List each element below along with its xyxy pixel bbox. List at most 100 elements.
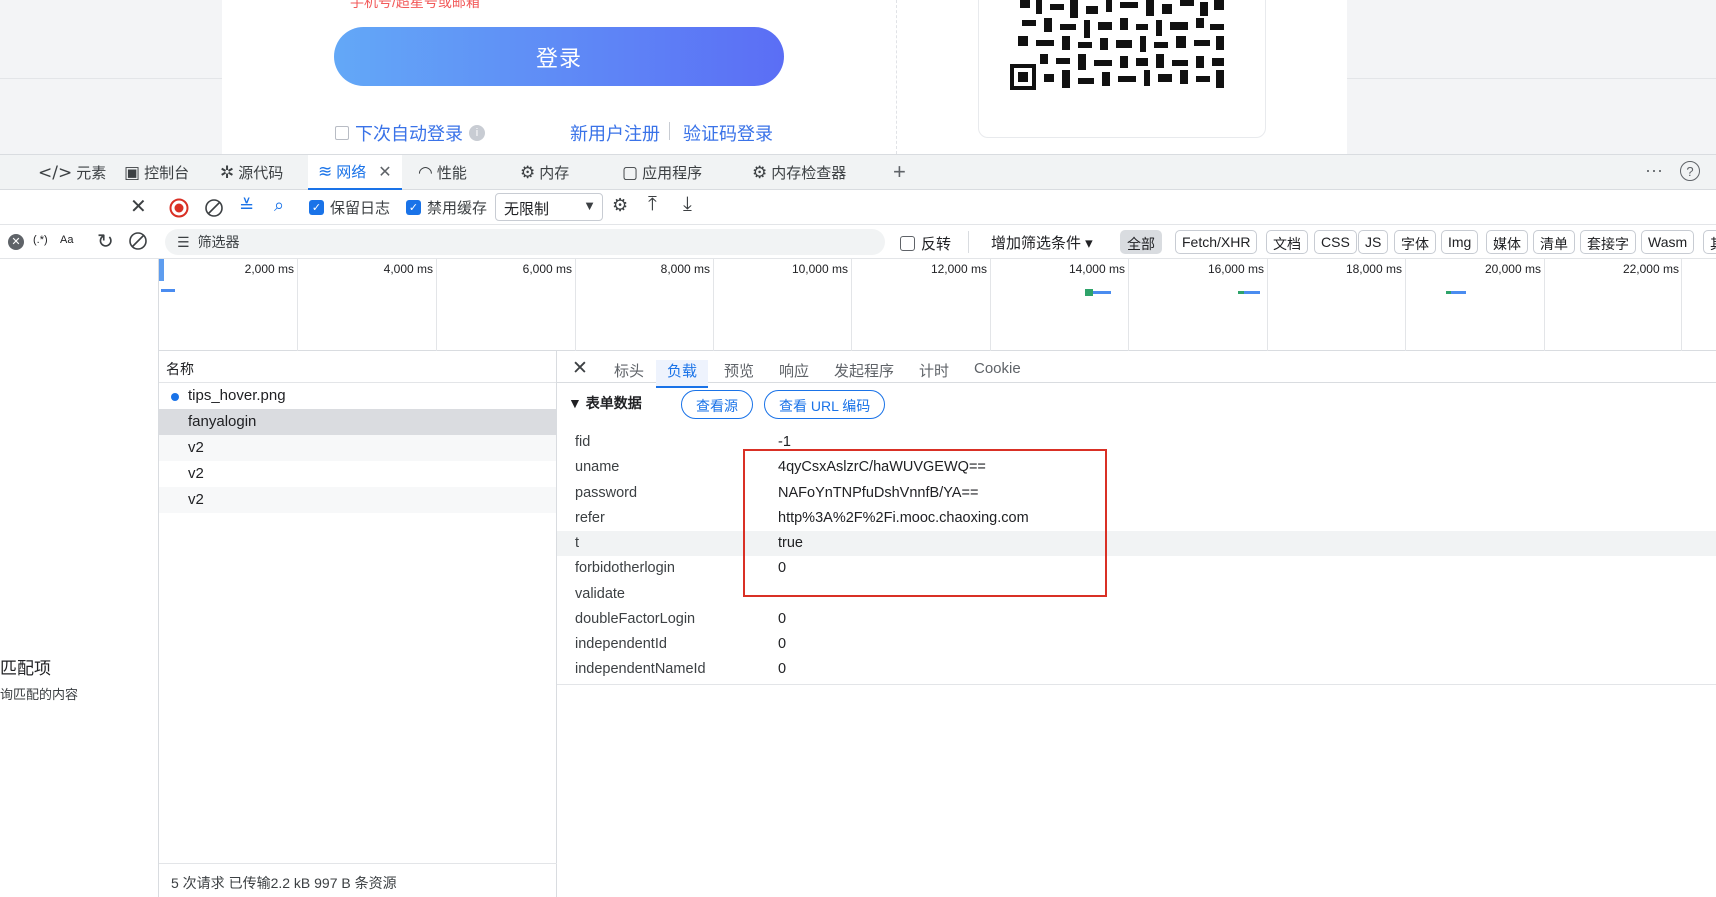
tab-memory-inspector[interactable]: ⚙ 内存检查器: [752, 155, 846, 190]
tick-label: 18,000 ms: [1345, 262, 1402, 276]
request-name: v2: [188, 439, 204, 456]
more-filters-dropdown[interactable]: 增加筛选条件 ▾: [991, 232, 1093, 253]
bug-icon: ✲: [220, 162, 235, 183]
tick-line: [1681, 259, 1682, 351]
code-login-link[interactable]: 验证码登录: [683, 120, 773, 146]
chip-other[interactable]: 其: [1703, 230, 1716, 254]
tab-response[interactable]: 响应: [779, 360, 809, 381]
form-field-row: password NAFoYnTNPfuDshVnnfB/YA==: [557, 481, 1716, 506]
chip-manifest[interactable]: 清单: [1533, 230, 1575, 254]
chip-js[interactable]: JS: [1358, 230, 1389, 254]
request-name: tips_hover.png: [188, 387, 286, 404]
tab-headers[interactable]: 标头: [614, 360, 644, 381]
throttling-select[interactable]: 无限制 ▼: [495, 193, 603, 221]
request-row[interactable]: v2: [159, 461, 556, 487]
console-icon: ▣: [124, 162, 141, 183]
preserve-log-checkbox[interactable]: ✓ 保留日志: [309, 197, 390, 218]
register-link[interactable]: 新用户注册: [570, 120, 660, 146]
tab-label: 控制台: [144, 165, 190, 182]
tab-network[interactable]: ≋ 网络 ✕: [308, 155, 402, 190]
filter-icon[interactable]: ≚: [239, 196, 254, 217]
tab-elements[interactable]: </> 元素: [38, 155, 106, 190]
request-row[interactable]: v2: [159, 435, 556, 461]
form-data-section-header[interactable]: ▼ 表单数据: [568, 393, 642, 413]
record-icon[interactable]: [169, 198, 189, 218]
refresh-icon[interactable]: ↻: [97, 229, 114, 254]
wifi-icon: ≋: [318, 161, 333, 182]
export-icon[interactable]: ⤓: [683, 193, 692, 216]
divider: [968, 231, 969, 253]
request-row-selected[interactable]: fanyalogin: [159, 409, 556, 435]
checkbox-checked-icon[interactable]: ✓: [309, 200, 324, 215]
chip-font[interactable]: 字体: [1394, 230, 1436, 254]
field-key: uname: [575, 459, 620, 475]
tab-cookie[interactable]: Cookie: [974, 360, 1021, 377]
more-icon[interactable]: ···: [1645, 160, 1663, 181]
tab-preview[interactable]: 预览: [724, 360, 754, 381]
add-tab-icon[interactable]: +: [893, 159, 906, 185]
form-field-row: uname 4qyCsxAslzrC/haWUVGEWQ==: [557, 455, 1716, 480]
view-source-button[interactable]: 查看源: [681, 390, 753, 419]
request-name: fanyalogin: [188, 413, 257, 430]
tab-label: 源代码: [238, 165, 284, 182]
tab-memory[interactable]: ⚙ 内存: [520, 155, 569, 190]
chip-css[interactable]: CSS: [1314, 230, 1357, 254]
help-icon[interactable]: ?: [1680, 161, 1700, 181]
chip-fetch-xhr[interactable]: Fetch/XHR: [1175, 230, 1258, 254]
field-key: refer: [575, 510, 605, 526]
form-field-row: validate: [557, 582, 1716, 607]
auto-login-label: 下次自动登录: [355, 124, 463, 144]
form-field-row: independentId 0: [557, 632, 1716, 657]
dashed-divider: [896, 0, 897, 154]
request-row[interactable]: tips_hover.png: [159, 383, 556, 409]
import-icon[interactable]: ⤒: [648, 193, 657, 216]
tab-performance[interactable]: ◠ 性能: [418, 155, 467, 190]
field-key: t: [575, 535, 580, 551]
chip-icon: ⚙: [520, 162, 536, 183]
tab-console[interactable]: ▣ 控制台: [124, 155, 189, 190]
search-icon[interactable]: ⌕: [274, 195, 284, 216]
chip-doc[interactable]: 文档: [1266, 230, 1308, 254]
checkbox-icon[interactable]: [335, 126, 349, 140]
tab-application[interactable]: ▢ 应用程序: [622, 155, 702, 190]
tick-label: 2,000 ms: [244, 262, 294, 276]
clear-icon[interactable]: [204, 198, 224, 218]
clear-search-icon[interactable]: ✕: [8, 234, 24, 250]
checkbox-icon[interactable]: [900, 236, 915, 251]
checkbox-checked-icon[interactable]: ✓: [406, 200, 421, 215]
close-icon[interactable]: ✕: [572, 357, 588, 380]
close-icon[interactable]: ✕: [378, 162, 391, 182]
info-icon: [171, 393, 179, 401]
chip-socket[interactable]: 套接字: [1580, 230, 1636, 254]
tick-label: 6,000 ms: [522, 262, 572, 276]
field-key: forbidotherlogin: [575, 560, 675, 576]
invert-checkbox[interactable]: 反转: [900, 233, 951, 254]
filter-input[interactable]: ☰ 筛选器: [165, 229, 885, 255]
request-row[interactable]: v2: [159, 487, 556, 513]
login-button[interactable]: 登录: [334, 27, 784, 86]
throttle-value: 无限制: [504, 201, 550, 218]
tick-line: [990, 259, 991, 351]
chip-media[interactable]: 媒体: [1486, 230, 1528, 254]
tab-initiator[interactable]: 发起程序: [834, 360, 894, 381]
tab-sources[interactable]: ✲ 源代码: [220, 155, 283, 190]
network-conditions-icon[interactable]: ⚙: [612, 195, 628, 216]
overview-handle[interactable]: [159, 259, 164, 281]
gauge-icon: ◠: [418, 162, 433, 183]
chip-img[interactable]: Img: [1441, 230, 1479, 254]
disable-cache-checkbox[interactable]: ✓ 禁用缓存: [406, 197, 487, 218]
network-overview-timeline[interactable]: 2,000 ms 4,000 ms 6,000 ms 8,000 ms 10,0…: [159, 259, 1716, 351]
case-toggle[interactable]: Aa: [60, 234, 73, 246]
chip-all[interactable]: 全部: [1120, 230, 1162, 254]
tab-payload[interactable]: 负载: [656, 360, 709, 388]
chip-wasm[interactable]: Wasm: [1641, 230, 1695, 254]
info-icon[interactable]: i: [469, 125, 485, 141]
close-drawer-icon[interactable]: ✕: [130, 194, 147, 219]
view-url-encoded-button[interactable]: 查看 URL 编码: [764, 390, 886, 419]
auto-login-checkbox[interactable]: 下次自动登录 i: [335, 120, 485, 146]
tab-timing[interactable]: 计时: [919, 360, 949, 381]
regex-toggle[interactable]: (.*): [33, 234, 48, 246]
cut-off-hint-text: 手机号/超星号或邮箱: [350, 0, 480, 10]
clear-icon[interactable]: [128, 231, 148, 256]
name-column-header[interactable]: 名称: [159, 351, 556, 383]
